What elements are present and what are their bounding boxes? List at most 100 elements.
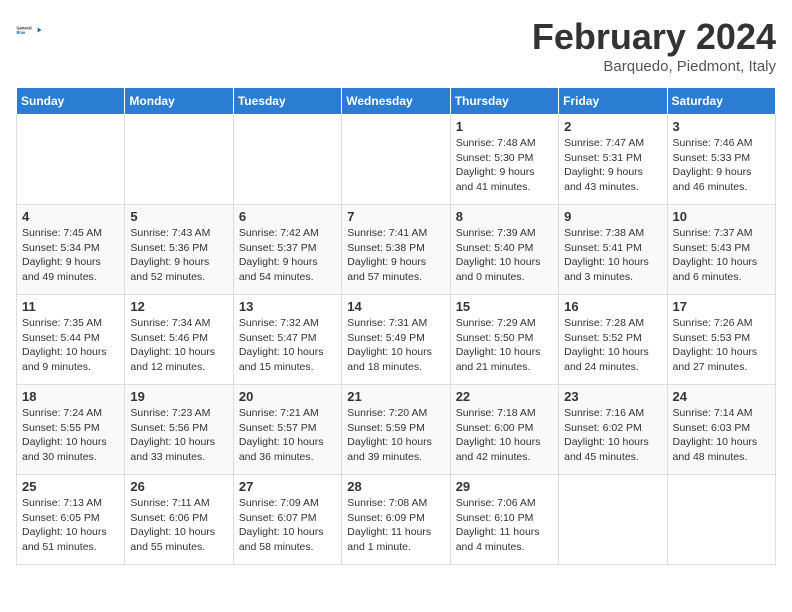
day-info: Sunrise: 7:47 AM Sunset: 5:31 PM Dayligh… [564, 136, 661, 195]
day-info: Sunrise: 7:08 AM Sunset: 6:09 PM Dayligh… [347, 496, 444, 555]
title-area: February 2024 Barquedo, Piedmont, Italy [532, 16, 776, 75]
day-number: 4 [22, 209, 119, 224]
calendar-cell: 19 Sunrise: 7:23 AM Sunset: 5:56 PM Dayli… [125, 385, 233, 475]
day-info: Sunrise: 7:45 AM Sunset: 5:34 PM Dayligh… [22, 226, 119, 285]
calendar-week-row: 18Sunrise: 7:24 AM Sunset: 5:55 PM Dayli… [17, 385, 776, 475]
day-number: 5 [130, 209, 227, 224]
day-info: Sunrise: 7:38 AM Sunset: 5:41 PM Dayligh… [564, 226, 661, 285]
calendar-cell: 28 Sunrise: 7:08 AM Sunset: 6:09 PM Dayli… [342, 475, 450, 565]
day-header-monday: Monday [125, 88, 233, 115]
calendar-week-row: 4 Sunrise: 7:45 AM Sunset: 5:34 PM Daylig… [17, 205, 776, 295]
day-info: Sunrise: 7:41 AM Sunset: 5:38 PM Dayligh… [347, 226, 444, 285]
day-number: 25 [22, 479, 119, 494]
day-number: 15 [456, 299, 553, 314]
logo: GeneralBlue [16, 16, 44, 44]
day-info: Sunrise: 7:23 AM Sunset: 5:56 PM Dayligh… [130, 406, 227, 465]
day-number: 17 [673, 299, 770, 314]
day-info: Sunrise: 7:35 AM Sunset: 5:44 PM Dayligh… [22, 316, 119, 375]
day-number: 7 [347, 209, 444, 224]
calendar-cell: 9 Sunrise: 7:38 AM Sunset: 5:41 PM Daylig… [559, 205, 667, 295]
calendar-cell: 11 Sunrise: 7:35 AM Sunset: 5:44 PM Dayli… [17, 295, 125, 385]
calendar-cell: 24 Sunrise: 7:14 AM Sunset: 6:03 PM Dayli… [667, 385, 775, 475]
calendar-cell: 27Sunrise: 7:09 AM Sunset: 6:07 PM Dayli… [233, 475, 341, 565]
calendar-cell: 15 Sunrise: 7:29 AM Sunset: 5:50 PM Dayli… [450, 295, 558, 385]
location-subtitle: Barquedo, Piedmont, Italy [532, 58, 776, 75]
calendar-cell: 17 Sunrise: 7:26 AM Sunset: 5:53 PM Dayli… [667, 295, 775, 385]
calendar-cell: 1Sunrise: 7:48 AM Sunset: 5:30 PM Daylig… [450, 115, 558, 205]
calendar-cell: 29 Sunrise: 7:06 AM Sunset: 6:10 PM Dayli… [450, 475, 558, 565]
calendar-cell [342, 115, 450, 205]
day-number: 11 [22, 299, 119, 314]
calendar-cell: 23 Sunrise: 7:16 AM Sunset: 6:02 PM Dayli… [559, 385, 667, 475]
day-info: Sunrise: 7:42 AM Sunset: 5:37 PM Dayligh… [239, 226, 336, 285]
day-number: 21 [347, 389, 444, 404]
header: GeneralBlue February 2024 Barquedo, Pied… [16, 16, 776, 75]
month-title: February 2024 [532, 16, 776, 58]
day-number: 1 [456, 119, 553, 134]
svg-text:General: General [17, 25, 32, 30]
day-info: Sunrise: 7:31 AM Sunset: 5:49 PM Dayligh… [347, 316, 444, 375]
calendar-cell: 21 Sunrise: 7:20 AM Sunset: 5:59 PM Dayli… [342, 385, 450, 475]
day-info: Sunrise: 7:37 AM Sunset: 5:43 PM Dayligh… [673, 226, 770, 285]
calendar-cell: 26 Sunrise: 7:11 AM Sunset: 6:06 PM Dayli… [125, 475, 233, 565]
day-number: 27 [239, 479, 336, 494]
day-number: 16 [564, 299, 661, 314]
day-header-tuesday: Tuesday [233, 88, 341, 115]
day-number: 8 [456, 209, 553, 224]
day-info: Sunrise: 7:06 AM Sunset: 6:10 PM Dayligh… [456, 496, 553, 555]
calendar-cell: 20Sunrise: 7:21 AM Sunset: 5:57 PM Dayli… [233, 385, 341, 475]
day-info: Sunrise: 7:26 AM Sunset: 5:53 PM Dayligh… [673, 316, 770, 375]
calendar-week-row: 25 Sunrise: 7:13 AM Sunset: 6:05 PM Dayli… [17, 475, 776, 565]
day-info: Sunrise: 7:13 AM Sunset: 6:05 PM Dayligh… [22, 496, 119, 555]
day-number: 6 [239, 209, 336, 224]
day-info: Sunrise: 7:18 AM Sunset: 6:00 PM Dayligh… [456, 406, 553, 465]
calendar-cell: 2Sunrise: 7:47 AM Sunset: 5:31 PM Daylig… [559, 115, 667, 205]
day-number: 14 [347, 299, 444, 314]
day-number: 28 [347, 479, 444, 494]
day-number: 10 [673, 209, 770, 224]
calendar-table: SundayMondayTuesdayWednesdayThursdayFrid… [16, 87, 776, 565]
logo-icon: GeneralBlue [16, 16, 44, 44]
day-number: 24 [673, 389, 770, 404]
day-header-wednesday: Wednesday [342, 88, 450, 115]
calendar-cell [233, 115, 341, 205]
day-header-sunday: Sunday [17, 88, 125, 115]
day-number: 19 [130, 389, 227, 404]
day-number: 13 [239, 299, 336, 314]
calendar-cell [559, 475, 667, 565]
day-number: 23 [564, 389, 661, 404]
calendar-cell: 6 Sunrise: 7:42 AM Sunset: 5:37 PM Daylig… [233, 205, 341, 295]
calendar-cell: 18Sunrise: 7:24 AM Sunset: 5:55 PM Dayli… [17, 385, 125, 475]
day-number: 26 [130, 479, 227, 494]
day-info: Sunrise: 7:29 AM Sunset: 5:50 PM Dayligh… [456, 316, 553, 375]
day-info: Sunrise: 7:16 AM Sunset: 6:02 PM Dayligh… [564, 406, 661, 465]
day-number: 9 [564, 209, 661, 224]
day-header-saturday: Saturday [667, 88, 775, 115]
calendar-cell: 22Sunrise: 7:18 AM Sunset: 6:00 PM Dayli… [450, 385, 558, 475]
calendar-cell: 25 Sunrise: 7:13 AM Sunset: 6:05 PM Dayli… [17, 475, 125, 565]
calendar-week-row: 11 Sunrise: 7:35 AM Sunset: 5:44 PM Dayli… [17, 295, 776, 385]
day-number: 3 [673, 119, 770, 134]
calendar-cell [125, 115, 233, 205]
day-info: Sunrise: 7:32 AM Sunset: 5:47 PM Dayligh… [239, 316, 336, 375]
day-info: Sunrise: 7:14 AM Sunset: 6:03 PM Dayligh… [673, 406, 770, 465]
calendar-cell [17, 115, 125, 205]
calendar-cell: 7 Sunrise: 7:41 AM Sunset: 5:38 PM Daylig… [342, 205, 450, 295]
calendar-week-row: 1Sunrise: 7:48 AM Sunset: 5:30 PM Daylig… [17, 115, 776, 205]
day-info: Sunrise: 7:28 AM Sunset: 5:52 PM Dayligh… [564, 316, 661, 375]
day-number: 12 [130, 299, 227, 314]
calendar-cell: 10 Sunrise: 7:37 AM Sunset: 5:43 PM Dayli… [667, 205, 775, 295]
day-number: 18 [22, 389, 119, 404]
calendar-cell [667, 475, 775, 565]
day-number: 20 [239, 389, 336, 404]
calendar-header-row: SundayMondayTuesdayWednesdayThursdayFrid… [17, 88, 776, 115]
day-number: 29 [456, 479, 553, 494]
calendar-cell: 16 Sunrise: 7:28 AM Sunset: 5:52 PM Dayli… [559, 295, 667, 385]
day-info: Sunrise: 7:11 AM Sunset: 6:06 PM Dayligh… [130, 496, 227, 555]
calendar-cell: 13 Sunrise: 7:32 AM Sunset: 5:47 PM Dayli… [233, 295, 341, 385]
calendar-cell: 3 Sunrise: 7:46 AM Sunset: 5:33 PM Daylig… [667, 115, 775, 205]
day-info: Sunrise: 7:20 AM Sunset: 5:59 PM Dayligh… [347, 406, 444, 465]
day-info: Sunrise: 7:46 AM Sunset: 5:33 PM Dayligh… [673, 136, 770, 195]
day-info: Sunrise: 7:34 AM Sunset: 5:46 PM Dayligh… [130, 316, 227, 375]
day-header-thursday: Thursday [450, 88, 558, 115]
